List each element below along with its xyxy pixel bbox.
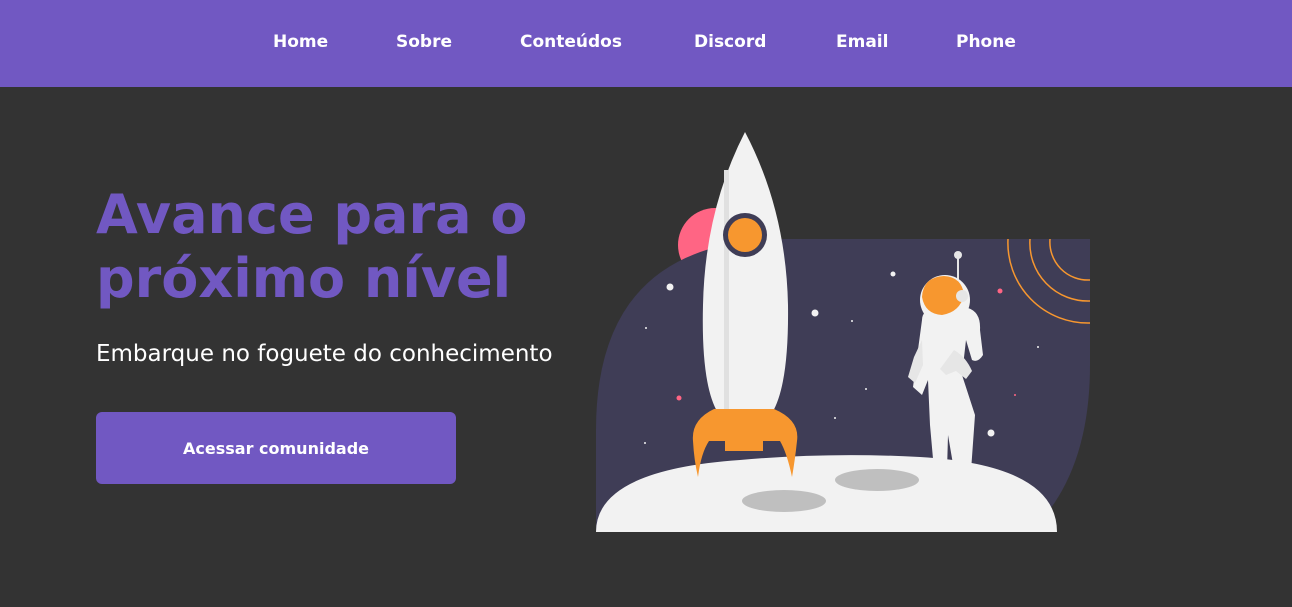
top-navbar: Home Sobre Conteúdos Discord Email Phone	[0, 0, 1292, 87]
nav-link-home[interactable]: Home	[273, 31, 328, 53]
moon-crater	[742, 490, 826, 512]
hero-title: Avance para o próximo nível	[96, 183, 528, 310]
nav-link-email[interactable]: Email	[836, 31, 888, 53]
rocket-icon	[692, 132, 798, 477]
access-community-button[interactable]: Acessar comunidade	[96, 412, 456, 484]
hero-subtitle: Embarque no foguete do conhecimento	[96, 341, 553, 367]
nav-link-conteudos[interactable]: Conteúdos	[520, 31, 622, 53]
rocket-astronaut-illustration	[596, 132, 1091, 532]
nav-link-discord[interactable]: Discord	[694, 31, 766, 53]
nav-link-phone[interactable]: Phone	[956, 31, 1016, 53]
moon-crater	[835, 469, 919, 491]
nav-link-sobre[interactable]: Sobre	[396, 31, 452, 53]
